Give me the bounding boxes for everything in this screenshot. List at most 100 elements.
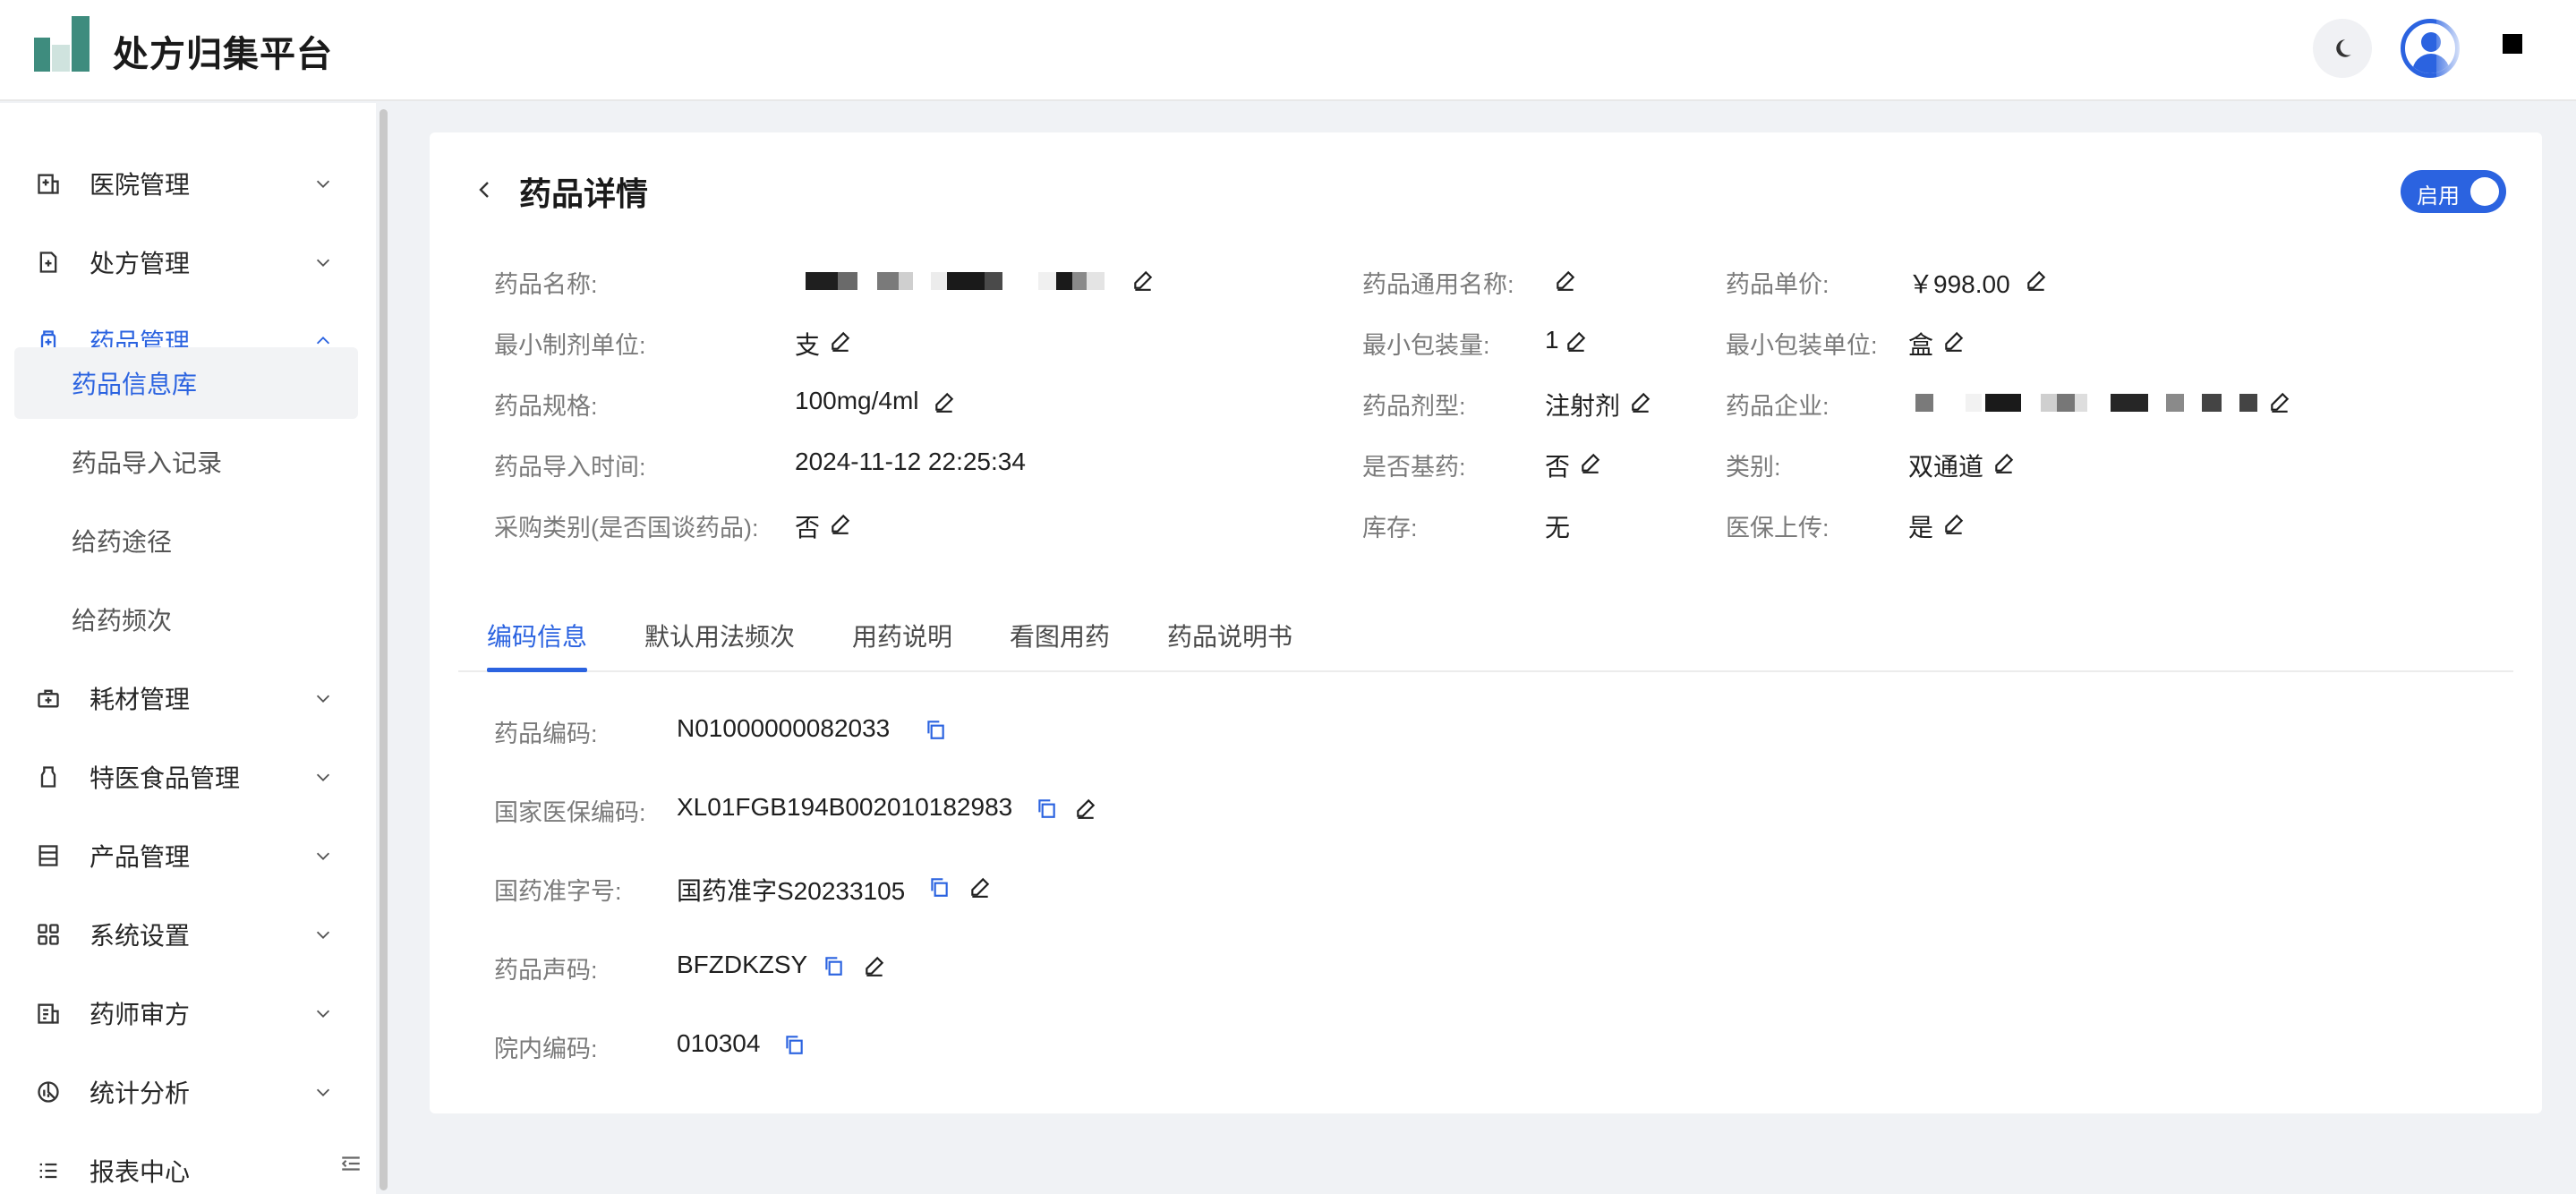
prescription-icon [34,248,63,277]
edit-icon[interactable] [1942,512,1966,535]
sidebar-item-statistics[interactable]: 统计分析 [0,1056,376,1128]
switch-knob [2470,177,2499,206]
sidebar-item-prescription[interactable]: 处方管理 [0,226,376,298]
min-package-qty-value: 1 [1545,326,1559,354]
chevron-down-icon [310,921,337,948]
sidebar-subitem-route[interactable]: 给药途径 [14,505,358,576]
sidebar: 医院管理 处方管理 药品管理 药品信息库 药品导入记录 给药途径 给药频次 耗材… [0,103,376,1194]
field-label-min-package-unit: 最小包装单位: [1726,332,1878,359]
chevron-down-icon [310,249,337,276]
sidebar-item-label: 处方管理 [90,250,191,277]
copy-icon[interactable] [782,1033,806,1056]
chevron-down-icon [310,685,337,712]
sidebar-item-product[interactable]: 产品管理 [0,820,376,891]
unit-price-value: ￥998.00 [1908,270,2010,298]
tab-default-usage[interactable]: 默认用法频次 [644,618,795,653]
edit-icon[interactable] [1579,451,1602,474]
national-insurance-code-value: XL01FGB194B002010182983 [677,793,1013,821]
tab-picture-guide[interactable]: 看图用药 [1010,618,1110,653]
edit-icon[interactable] [968,875,992,899]
sidebar-item-label: 特医食品管理 [90,764,241,792]
sidebar-subitem-frequency[interactable]: 给药频次 [14,584,358,655]
field-label-stock: 库存: [1362,515,1418,542]
edit-icon[interactable] [863,954,886,977]
copy-icon[interactable] [924,718,947,741]
edit-icon[interactable] [1554,269,1577,292]
moon-icon [2336,39,2351,57]
field-label-category: 类别: [1726,454,1781,481]
review-icon [34,999,63,1028]
code-label-hospital-code: 院内编码: [494,1036,598,1062]
collapse-menu-icon [341,1156,360,1171]
copy-icon[interactable] [1035,797,1058,820]
category-value: 双通道 [1908,453,1984,481]
sidebar-subitem-drug-library[interactable]: 药品信息库 [14,347,358,419]
approval-number-value: 国药准字S20233105 [677,877,906,905]
purchase-type-value: 否 [795,514,821,542]
chevron-down-icon [310,170,337,197]
app-title: 处方归集平台 [113,35,333,74]
sidebar-item-pharmacist-review[interactable]: 药师审方 [0,977,376,1049]
edit-icon[interactable] [2268,390,2291,414]
chevron-down-icon [310,842,337,869]
edit-icon[interactable] [1565,329,1588,353]
sidebar-subitem-label: 药品导入记录 [72,449,223,477]
theme-toggle-button[interactable] [2313,19,2372,78]
code-label-drug-sound-code: 药品声码: [494,957,598,984]
tab-medication-instructions[interactable]: 用药说明 [852,618,952,653]
sidebar-item-supplies[interactable]: 耗材管理 [0,662,376,734]
code-label-approval-number: 国药准字号: [494,878,622,905]
status-switch[interactable]: 启用 [2401,170,2506,213]
is-essential-value: 否 [1545,453,1571,481]
sidebar-item-label: 耗材管理 [90,686,191,713]
field-label-import-time: 药品导入时间: [494,454,646,481]
field-label-min-package-qty: 最小包装量: [1362,332,1490,359]
sidebar-subitem-import-records[interactable]: 药品导入记录 [14,426,358,498]
chevron-left-icon [479,182,489,198]
product-icon [34,841,63,870]
field-label-spec: 药品规格: [494,393,598,420]
edit-icon[interactable] [1629,390,1652,414]
app-logo [34,16,91,73]
sidebar-item-label: 报表中心 [90,1158,191,1186]
sidebar-collapse-button[interactable] [331,1146,371,1181]
copy-icon[interactable] [927,875,951,899]
field-label-min-dose-unit: 最小制剂单位: [494,332,646,359]
tab-code-info[interactable]: 编码信息 [487,618,587,653]
back-button[interactable] [476,174,496,206]
status-switch-label: 启用 [2417,184,2460,209]
sidebar-item-hospital[interactable]: 医院管理 [0,148,376,219]
user-name-redacted[interactable] [2503,34,2522,54]
sidebar-item-label: 医院管理 [90,171,191,199]
drug-code-value: N01000000082033 [677,714,891,742]
chevron-down-icon [310,1000,337,1027]
edit-icon[interactable] [829,329,852,353]
min-dose-unit-value: 支 [795,331,821,359]
field-label-insurance-upload: 医保上传: [1726,515,1830,542]
tabs-divider [458,670,2513,672]
avatar-mask [2436,18,2467,79]
sidebar-subitem-label: 给药频次 [72,607,173,635]
edit-icon[interactable] [1131,269,1155,292]
insurance-upload-value: 是 [1908,514,1934,542]
edit-icon[interactable] [1992,451,2016,474]
hospital-icon [34,169,63,198]
edit-icon[interactable] [2025,269,2048,292]
edit-icon[interactable] [1942,329,1966,353]
field-label-dosage-form: 药品剂型: [1362,393,1466,420]
edit-icon[interactable] [933,390,956,414]
grid-icon [34,920,63,949]
edit-icon[interactable] [829,512,852,535]
tab-drug-leaflet[interactable]: 药品说明书 [1167,618,1292,653]
copy-icon[interactable] [822,954,845,977]
sidebar-item-settings[interactable]: 系统设置 [0,899,376,970]
sidebar-subitem-label: 药品信息库 [72,371,198,398]
sidebar-item-reports[interactable]: 报表中心 [0,1135,376,1194]
sidebar-item-special-food[interactable]: 特医食品管理 [0,741,376,813]
field-label-purchase-type: 采购类别(是否国谈药品): [494,515,759,542]
sidebar-subitem-label: 给药途径 [72,528,173,556]
edit-icon[interactable] [1074,797,1097,820]
sidebar-scrollbar[interactable] [380,109,388,1190]
chevron-down-icon [310,763,337,790]
stock-value: 无 [1545,514,1571,542]
